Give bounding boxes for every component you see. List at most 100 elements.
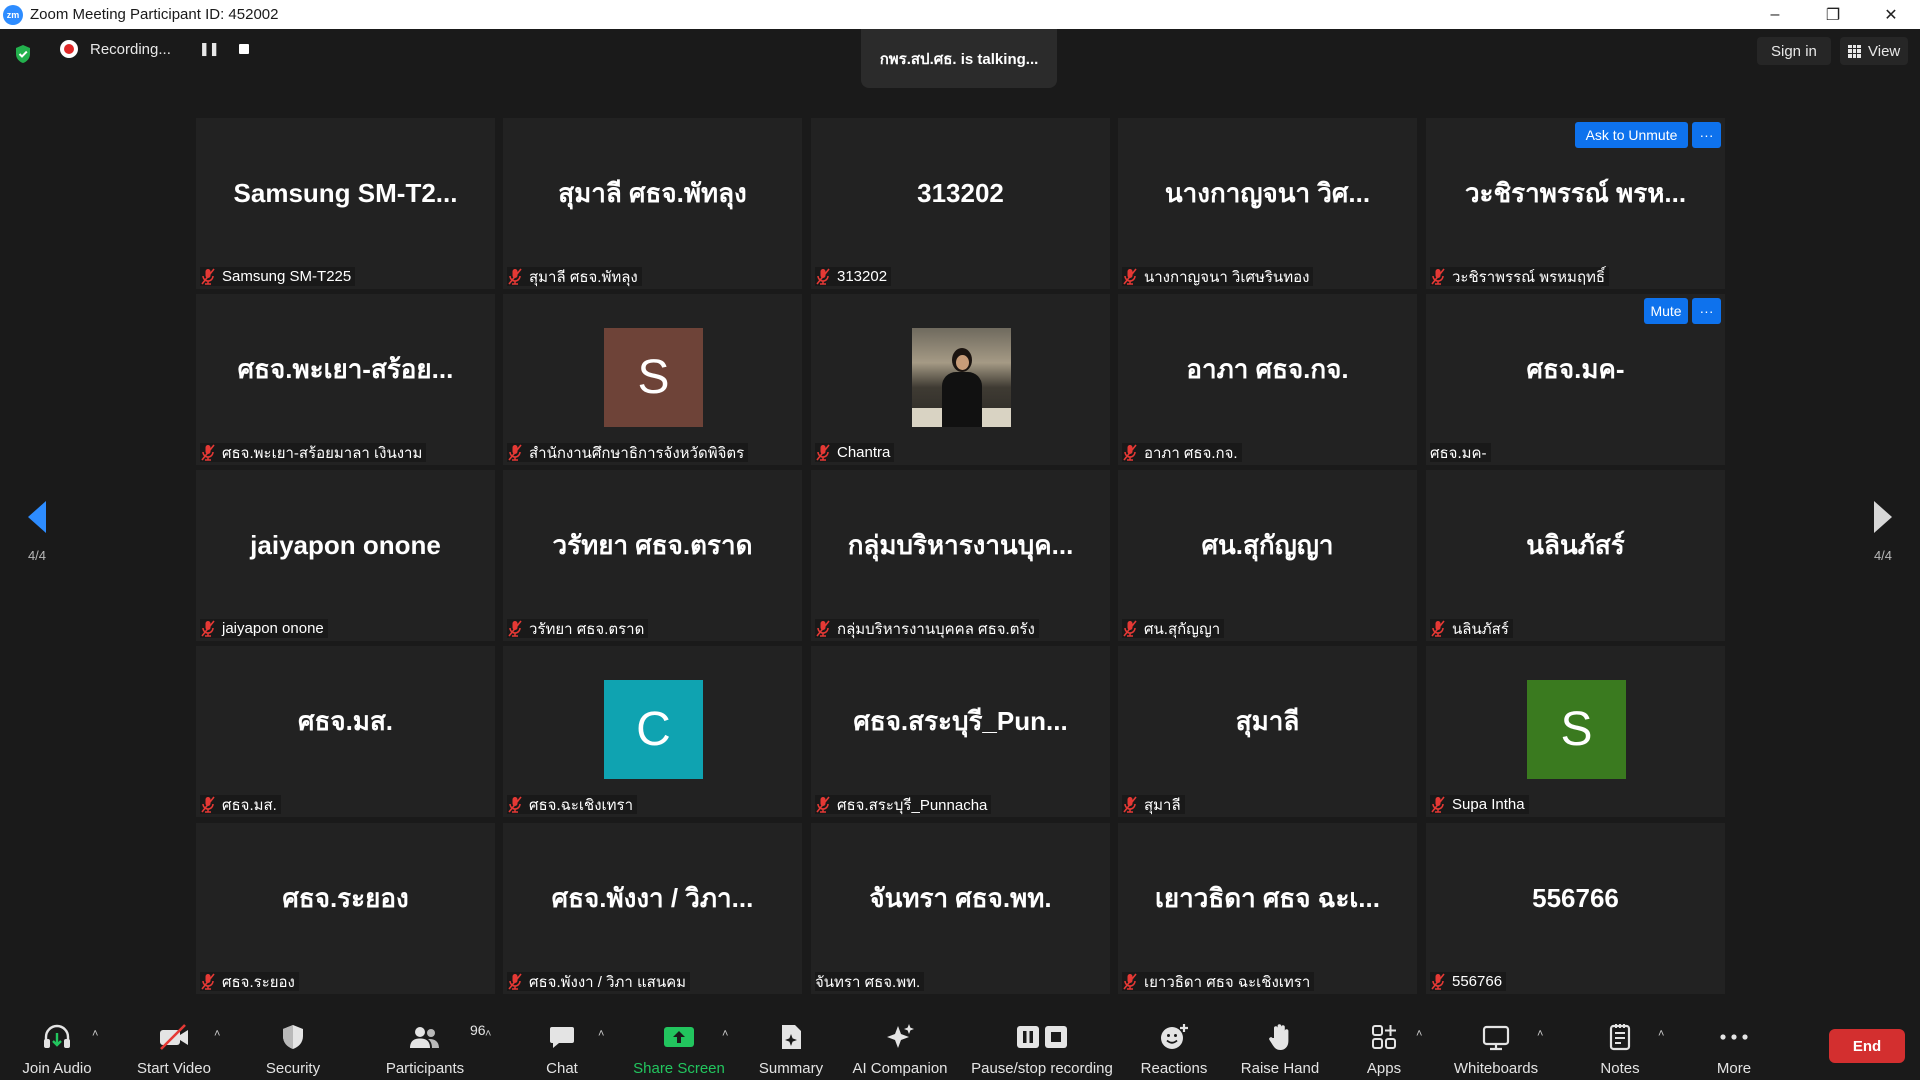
participant-name: วะชิราพรรณ์ พรหมฤทธิ์ bbox=[1452, 268, 1606, 286]
participant-tile[interactable]: วะชิราพรรณ์ พรห... วะชิราพรรณ์ พรหมฤทธิ์ A… bbox=[1426, 118, 1725, 289]
whiteboards-button[interactable]: Whiteboards bbox=[1450, 1009, 1542, 1080]
participant-tile[interactable]: S สำนักงานศึกษาธิการจังหวัดพิจิตร bbox=[503, 294, 802, 465]
mute-button[interactable]: Mute bbox=[1644, 298, 1688, 324]
mic-muted-icon bbox=[1122, 973, 1138, 990]
next-page-button[interactable]: 4/4 bbox=[1846, 500, 1920, 610]
ask-to-unmute-button[interactable]: Ask to Unmute bbox=[1575, 122, 1688, 148]
participant-name: ศธจ.ฉะเชิงเทรา bbox=[529, 796, 634, 814]
participant-display-name: 556766 bbox=[1532, 882, 1619, 913]
previous-page-button[interactable]: 4/4 bbox=[0, 500, 74, 610]
pause-stop-recording-button[interactable]: Pause/stop recording bbox=[968, 1009, 1116, 1080]
participant-name-label: จันทรา ศธจ.พท. bbox=[815, 972, 925, 991]
summary-button[interactable]: Summary bbox=[755, 1009, 827, 1080]
participant-tile[interactable]: กลุ่มบริหารงานบุค... กลุ่มบริหารงานบุคคล … bbox=[811, 470, 1110, 641]
participants-options-chevron-icon[interactable]: ˄ bbox=[485, 1028, 491, 1040]
audio-options-chevron-icon[interactable]: ˄ bbox=[92, 1028, 98, 1040]
chat-options-chevron-icon[interactable]: ˄ bbox=[598, 1028, 604, 1040]
sign-in-button[interactable]: Sign in bbox=[1757, 37, 1831, 65]
participant-name: อาภา ศธจ.กจ. bbox=[1144, 444, 1238, 462]
recording-indicator: Recording... ❚❚ bbox=[60, 40, 249, 58]
participant-name: สุมาลี ศธจ.พัทลุง bbox=[529, 268, 638, 286]
participant-tile[interactable]: Chantra bbox=[811, 294, 1110, 465]
participant-tile[interactable]: สุมาลี สุมาลี bbox=[1118, 646, 1417, 817]
participant-avatar: C bbox=[604, 680, 703, 779]
restore-icon[interactable]: ❐ bbox=[1804, 0, 1862, 29]
arrow-left-icon[interactable] bbox=[26, 500, 48, 534]
participant-tile[interactable]: Samsung SM-T2... Samsung SM-T225 bbox=[196, 118, 495, 289]
participant-tile[interactable]: ศธจ.ระยอง ศธจ.ระยอง bbox=[196, 823, 495, 994]
mic-muted-icon bbox=[1430, 620, 1446, 637]
tile-more-options-button[interactable]: ··· bbox=[1692, 122, 1721, 148]
mic-muted-icon bbox=[507, 444, 523, 461]
minimize-icon[interactable]: – bbox=[1746, 0, 1804, 29]
notes-button[interactable]: Notes bbox=[1592, 1009, 1648, 1080]
tile-more-options-button[interactable]: ··· bbox=[1692, 298, 1721, 324]
participant-tile[interactable]: ศธจ.มค- ศธจ.มค- Mute ··· bbox=[1426, 294, 1725, 465]
mic-muted-icon bbox=[200, 973, 216, 990]
meeting-toolbar: Join Audio ˄ Start Video ˄ Security 96 P… bbox=[0, 1009, 1920, 1080]
whiteboards-options-chevron-icon[interactable]: ˄ bbox=[1537, 1028, 1543, 1040]
view-button[interactable]: View bbox=[1840, 37, 1909, 65]
video-off-icon bbox=[160, 1024, 188, 1050]
participant-name: ศธจ.พังงา / วิภา แสนคม bbox=[529, 973, 686, 991]
chat-button[interactable]: Chat bbox=[536, 1009, 588, 1080]
apps-options-chevron-icon[interactable]: ˄ bbox=[1416, 1028, 1422, 1040]
raise-hand-button[interactable]: Raise Hand bbox=[1238, 1009, 1322, 1080]
participant-tile[interactable]: C ศธจ.ฉะเชิงเทรา bbox=[503, 646, 802, 817]
participant-tile[interactable]: S Supa Intha bbox=[1426, 646, 1725, 817]
ai-companion-label: AI Companion bbox=[852, 1060, 948, 1077]
join-audio-button[interactable]: Join Audio bbox=[18, 1009, 96, 1080]
participant-tile[interactable]: นลินภัสร์ นลินภัสร์ bbox=[1426, 470, 1725, 641]
mic-muted-icon bbox=[815, 268, 831, 285]
security-button[interactable]: Security bbox=[258, 1009, 328, 1080]
share-options-chevron-icon[interactable]: ˄ bbox=[722, 1028, 728, 1040]
apps-icon bbox=[1372, 1025, 1396, 1049]
participant-tile[interactable]: jaiyapon onone jaiyapon onone bbox=[196, 470, 495, 641]
participant-tile[interactable]: ศน.สุกัญญา ศน.สุกัญญา bbox=[1118, 470, 1417, 641]
participant-tile[interactable]: ศธจ.สระบุรี_Pun... ศธจ.สระบุรี_Punnacha bbox=[811, 646, 1110, 817]
participant-tile[interactable]: สุมาลี ศธจ.พัทลุง สุมาลี ศธจ.พัทลุง bbox=[503, 118, 802, 289]
participant-tile[interactable]: นางกาญจนา วิศ... นางกาญจนา วิเศษรินทอง bbox=[1118, 118, 1417, 289]
pause-recording-icon[interactable]: ❚❚ bbox=[199, 41, 220, 57]
participant-name-label: นลินภัสร์ bbox=[1430, 619, 1513, 638]
participant-name: Samsung SM-T225 bbox=[222, 268, 352, 285]
start-video-button[interactable]: Start Video bbox=[132, 1009, 216, 1080]
participant-display-name: กลุ่มบริหารงานบุค... bbox=[847, 529, 1074, 560]
encryption-shield-icon[interactable] bbox=[14, 44, 32, 64]
end-meeting-button[interactable]: End bbox=[1829, 1029, 1905, 1063]
participant-tile[interactable]: 313202 313202 bbox=[811, 118, 1110, 289]
pause-stop-recording-icon bbox=[1017, 1026, 1067, 1048]
participant-name: ศธจ.ระยอง bbox=[222, 973, 295, 991]
arrow-right-icon[interactable] bbox=[1872, 500, 1894, 534]
reactions-button[interactable]: Reactions bbox=[1138, 1009, 1210, 1080]
close-icon[interactable]: ✕ bbox=[1862, 0, 1920, 29]
participant-name-label: สำนักงานศึกษาธิการจังหวัดพิจิตร bbox=[507, 443, 749, 462]
participant-name: ศน.สุกัญญา bbox=[1144, 620, 1221, 638]
apps-button[interactable]: Apps bbox=[1356, 1009, 1412, 1080]
mic-muted-icon bbox=[815, 444, 831, 461]
whiteboards-label: Whiteboards bbox=[1453, 1060, 1539, 1077]
participant-tile[interactable]: ศธจ.มส. ศธจ.มส. bbox=[196, 646, 495, 817]
participant-name: ศธจ.พะเยา-สร้อยมาลา เงินงาม bbox=[222, 444, 423, 462]
participant-tile[interactable]: ศธจ.พะเยา-สร้อย... ศธจ.พะเยา-สร้อยมาลา เง… bbox=[196, 294, 495, 465]
participant-tile[interactable]: วรัทยา ศธจ.ตราด วรัทยา ศธจ.ตราด bbox=[503, 470, 802, 641]
notes-options-chevron-icon[interactable]: ˄ bbox=[1658, 1028, 1664, 1040]
recording-label: Recording... bbox=[90, 40, 171, 58]
participant-tile[interactable]: อาภา ศธจ.กจ. อาภา ศธจ.กจ. bbox=[1118, 294, 1417, 465]
participant-name-label: สุมาลี bbox=[1122, 795, 1185, 814]
participant-name: ศธจ.มส. bbox=[222, 796, 277, 814]
video-options-chevron-icon[interactable]: ˄ bbox=[214, 1028, 220, 1040]
participant-tile[interactable]: เยาวธิดา ศธจ ฉะเ... เยาวธิดา ศธจ ฉะเชิงเท… bbox=[1118, 823, 1417, 994]
participant-tile[interactable]: จันทรา ศธจ.พท. จันทรา ศธจ.พท. bbox=[811, 823, 1110, 994]
share-screen-button[interactable]: Share Screen bbox=[632, 1009, 726, 1080]
grid-view-icon bbox=[1848, 44, 1861, 58]
participant-tile[interactable]: 556766 556766 bbox=[1426, 823, 1725, 994]
participant-name-label: ศธจ.มส. bbox=[200, 795, 281, 814]
ai-companion-button[interactable]: AI Companion bbox=[850, 1009, 950, 1080]
page-indicator-left: 4/4 bbox=[27, 548, 47, 563]
more-button[interactable]: More bbox=[1708, 1009, 1760, 1080]
stop-recording-icon[interactable] bbox=[238, 44, 249, 54]
participant-tile[interactable]: ศธจ.พังงา / วิภา... ศธจ.พังงา / วิภา แสนค… bbox=[503, 823, 802, 994]
participants-button[interactable]: 96 Participants bbox=[382, 1009, 486, 1080]
chat-label: Chat bbox=[546, 1060, 578, 1077]
